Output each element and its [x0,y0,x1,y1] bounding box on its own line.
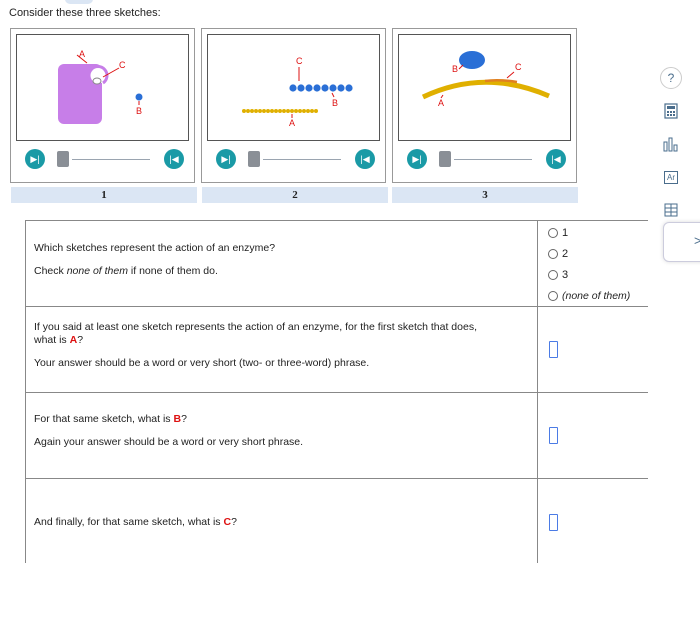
step-counter-icon [57,151,69,167]
step-slider[interactable] [454,159,532,160]
sketch-3: B C A ▶| |◀ [392,28,577,183]
sketch-1-letter-b: B [136,106,142,116]
question-2-hint: Your answer should be a word or very sho… [34,357,370,369]
question-row-2: If you said at least one sketch represen… [26,306,648,392]
step-counter-icon [439,151,451,167]
question-2-text: If you said at least one sketch represen… [34,321,477,346]
question-table: Which sketches represent the action of a… [25,220,648,563]
sketch-3-controls: ▶| |◀ [399,149,572,171]
sketch-3-letter-a: A [438,98,444,108]
question-3-text: For that same sketch, what is B? [34,413,187,425]
sketch-2-letter-c: C [296,56,303,66]
sketch-3-canvas: B C A [398,34,571,141]
radio-icon[interactable] [548,228,558,238]
sketch-2-canvas: C B A [207,34,380,141]
radio-icon[interactable] [548,270,558,280]
question-1-cell: Which sketches represent the action of a… [26,221,538,306]
question-row-4: And finally, for that same sketch, what … [26,478,648,563]
radio-icon[interactable] [548,249,558,259]
data-table-icon[interactable] [660,199,682,221]
sketch-label-2: 2 [202,187,388,203]
sketch-1: A C B ▶| |◀ [10,28,195,183]
option-1[interactable]: 1 [548,227,568,239]
sketch-2-drawing: C B A [242,56,353,128]
option-2[interactable]: 2 [548,248,568,260]
sketch-1-canvas: A C B [16,34,189,141]
question-4-answer [538,479,648,563]
calculator-icon[interactable] [660,100,682,122]
question-4-text: And finally, for that same sketch, what … [34,516,237,528]
question-2-cell: If you said at least one sketch represen… [26,307,538,392]
rewind-button[interactable]: |◀ [546,149,566,169]
question-1-answers: 1 2 3 (none of them) [538,221,648,306]
sketch-1-drawing: A C B [58,49,143,124]
top-decoration [65,0,93,4]
option-3[interactable]: 3 [548,269,568,281]
question-2-answer [538,307,648,392]
bar-chart-icon[interactable] [660,133,682,155]
rewind-button[interactable]: |◀ [355,149,375,169]
question-3-answer [538,393,648,478]
question-1-hint: Check none of them if none of them do. [34,265,218,277]
help-icon[interactable]: ? [660,67,682,89]
sketch-2: C B A ▶| |◀ [201,28,386,183]
sketch-2-letter-b: B [332,98,338,108]
sketch-1-letter-a: A [79,49,85,59]
sketch-label-3: 3 [392,187,578,203]
sketch-1-controls: ▶| |◀ [17,149,190,171]
sketch-2-letter-a: A [289,118,295,128]
rewind-button[interactable]: |◀ [164,149,184,169]
option-none[interactable]: (none of them) [548,290,630,302]
question-row-1: Which sketches represent the action of a… [26,220,648,306]
question-3-hint: Again your answer should be a word or ve… [34,436,304,448]
chevron-right-icon: > [694,233,700,248]
answer-b-input[interactable] [549,427,558,444]
question-1-text: Which sketches represent the action of a… [34,242,276,254]
question-3-cell: For that same sketch, what is B? Again y… [26,393,538,478]
play-button[interactable]: ▶| [407,149,427,169]
question-row-3: For that same sketch, what is B? Again y… [26,392,648,478]
sketch-label-1: 1 [11,187,197,203]
play-button[interactable]: ▶| [25,149,45,169]
sketch-3-letter-b: B [452,64,458,74]
expand-panel-tab[interactable]: > [663,222,700,262]
answer-c-input[interactable] [549,514,558,531]
step-counter-icon [248,151,260,167]
answer-a-input[interactable] [549,341,558,358]
step-slider[interactable] [263,159,341,160]
periodic-table-icon[interactable]: Ar [660,166,682,188]
question-4-cell: And finally, for that same sketch, what … [26,479,538,563]
sketch-3-drawing: B C A [421,51,550,108]
radio-icon[interactable] [548,291,558,301]
play-button[interactable]: ▶| [216,149,236,169]
sketch-1-letter-c: C [119,60,126,70]
sketch-2-controls: ▶| |◀ [208,149,381,171]
intro-text: Consider these three sketches: [9,7,161,19]
step-slider[interactable] [72,159,150,160]
sketch-3-letter-c: C [515,62,522,72]
